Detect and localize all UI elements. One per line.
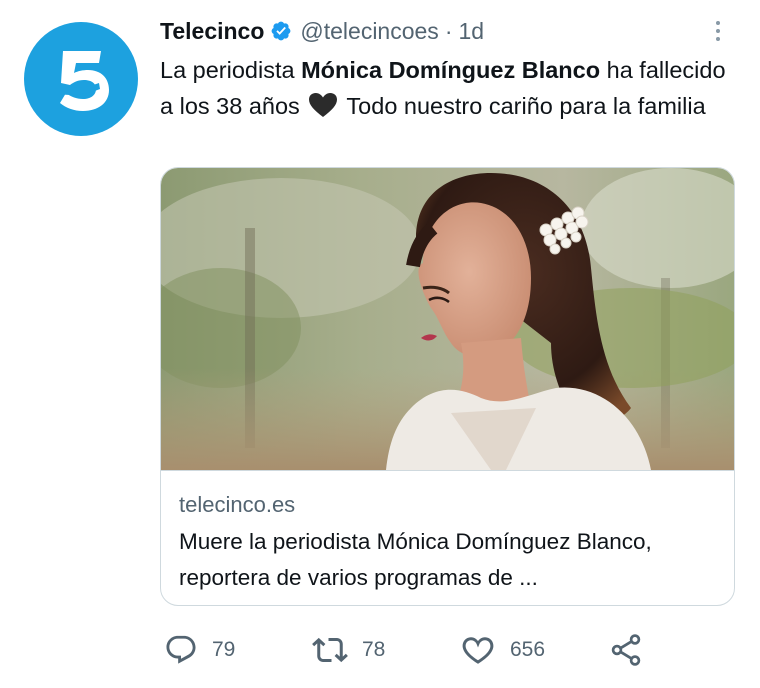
verified-icon	[271, 21, 291, 41]
reply-button[interactable]: 79	[164, 628, 235, 672]
tweet-text: La periodista Mónica Domínguez Blanco ha…	[160, 52, 730, 124]
like-count: 656	[510, 638, 546, 661]
card-divider	[161, 470, 734, 471]
tweet-text-bold-name: Mónica Domínguez Blanco	[301, 57, 601, 83]
card-domain: telecinco.es	[179, 492, 296, 517]
like-icon	[462, 637, 494, 664]
action-bar: 79 78 656	[160, 628, 720, 672]
reply-icon	[166, 635, 196, 664]
share-icon	[611, 634, 641, 666]
tweet-header: Telecinco @telecincoes · 1d	[160, 16, 484, 46]
card-title: Muere la periodista Mónica Domínguez Bla…	[179, 529, 652, 590]
retweet-button[interactable]: 78	[312, 628, 385, 672]
separator-dot: ·	[444, 17, 453, 44]
retweet-icon	[312, 637, 348, 663]
avatar[interactable]	[24, 22, 138, 136]
more-icon[interactable]	[708, 16, 728, 46]
retweet-count: 78	[362, 638, 386, 661]
heart-emoji-icon	[309, 93, 338, 117]
handle[interactable]: @telecincoes	[300, 18, 438, 45]
reply-count: 79	[212, 638, 236, 661]
display-name[interactable]: Telecinco	[160, 18, 264, 45]
link-card[interactable]: telecinco.es Muere la periodista Mónica …	[160, 167, 735, 606]
timestamp[interactable]: 1d	[458, 18, 484, 45]
tweet-text-part1: La periodista	[160, 57, 302, 83]
card-image[interactable]	[161, 168, 734, 470]
tweet-text-part3: Todo nuestro cariño para la familia	[340, 93, 706, 119]
telecinco-logo-icon	[60, 51, 109, 111]
share-button[interactable]	[608, 628, 644, 672]
like-button[interactable]: 656	[460, 628, 545, 672]
